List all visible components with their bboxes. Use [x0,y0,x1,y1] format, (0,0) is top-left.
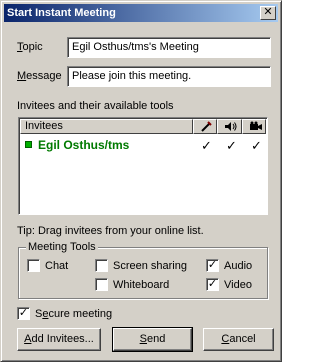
whiteboard-available-check: ✓ [201,138,212,153]
chat-label: Chat [45,259,69,272]
audio-checkbox[interactable]: ✓ [206,259,219,272]
video-label: Video [224,278,252,291]
chat-checkbox[interactable] [27,259,40,272]
screen-sharing-checkbox[interactable] [95,259,108,272]
invitee-name: Egil Osthus/tms [38,138,130,152]
secure-meeting-checkbox[interactable]: ✓ [17,307,30,320]
video-available-check: ✓ [251,138,262,153]
title-bar[interactable]: Start Instant Meeting ✕ [4,4,278,22]
meeting-tools-legend: Meeting Tools [26,241,98,253]
speaker-icon [225,122,237,131]
chat-option[interactable]: Chat [27,259,68,272]
topic-label: Topic [17,41,43,53]
pen-icon [201,121,212,132]
invitees-list-header: Invitees [20,119,266,134]
whiteboard-option[interactable]: Whiteboard [95,278,169,291]
audio-option[interactable]: ✓ Audio [206,259,252,272]
online-status-icon [25,141,32,148]
secure-meeting-label: Secure meeting [35,307,113,320]
video-checkbox[interactable]: ✓ [206,278,219,291]
whiteboard-checkbox[interactable] [95,278,108,291]
secure-meeting-option[interactable]: ✓ Secure meeting [17,307,112,320]
whiteboard-tool-column[interactable] [193,119,217,134]
audio-available-check: ✓ [226,138,237,153]
screen-sharing-label: Screen sharing [113,259,187,272]
audio-tool-column[interactable] [217,119,242,134]
send-button[interactable]: Send [112,327,193,352]
invitees-list[interactable]: Invitees Egil Osthus/tms ✓ ✓ ✓ [18,117,268,215]
window-title: Start Instant Meeting [7,7,116,19]
start-instant-meeting-dialog: Start Instant Meeting ✕ Topic Egil Osthu… [0,0,282,362]
message-input[interactable]: Please join this meeting. [67,66,271,87]
add-invitees-button[interactable]: Add Invitees... [17,328,101,351]
audio-label: Audio [224,259,253,272]
video-camera-icon [250,121,262,130]
screen-sharing-option[interactable]: Screen sharing [95,259,187,272]
close-icon: ✕ [263,6,273,18]
video-tool-column[interactable] [242,119,266,134]
invitees-column-header[interactable]: Invitees [20,119,193,134]
meeting-tools-group [18,247,268,299]
topic-input[interactable]: Egil Osthus/tms's Meeting [67,37,271,58]
cancel-button[interactable]: Cancel [203,328,274,351]
message-label: Message [17,70,62,82]
tip-text: Tip: Drag invitees from your online list… [17,225,204,237]
whiteboard-label: Whiteboard [113,278,170,291]
video-option[interactable]: ✓ Video [206,278,252,291]
invitee-row[interactable]: Egil Osthus/tms ✓ ✓ ✓ [25,138,265,153]
invitees-section-label: Invitees and their available tools [17,100,174,112]
close-button[interactable]: ✕ [260,6,276,20]
